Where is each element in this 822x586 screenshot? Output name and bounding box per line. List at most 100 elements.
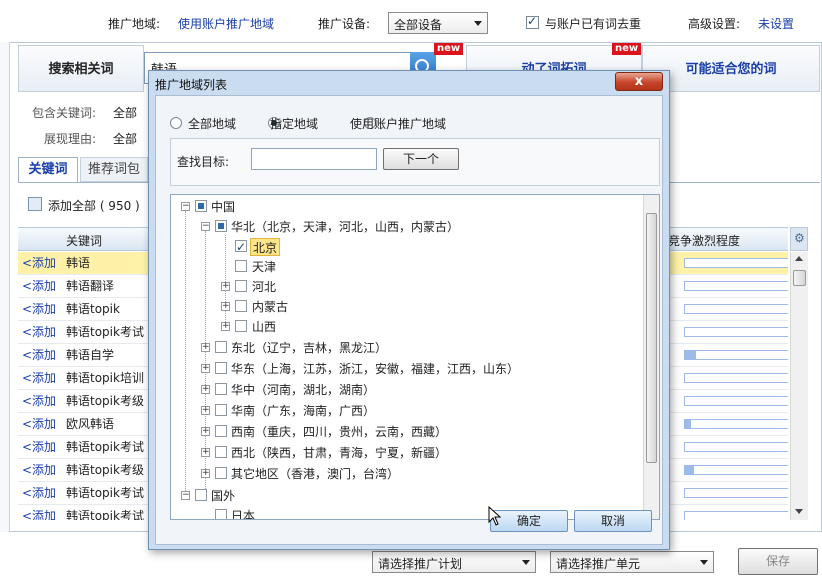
tree-checkbox[interactable] [235, 320, 247, 332]
add-keyword-link[interactable]: <添加 [22, 505, 56, 520]
find-label: 查找目标: [177, 155, 230, 169]
add-all-button[interactable]: 添加全部 ( 950 ) [48, 197, 140, 214]
device-select-value: 全部设备 [394, 18, 443, 32]
col-competition[interactable]: 竞争激烈程度 [668, 232, 740, 249]
region-dialog: 推广地域列表 x 全部地域 指定地域 使用账户推广地域 查找目标: 下一个 − [148, 70, 670, 550]
add-keyword-link[interactable]: <添加 [22, 390, 56, 412]
scroll-up-icon[interactable] [795, 256, 803, 261]
expand-icon[interactable]: + [201, 406, 210, 415]
advanced-link[interactable]: 未设置 [758, 15, 794, 32]
column-settings-button[interactable]: ⚙ [790, 227, 808, 251]
tree-label[interactable]: 国外 [211, 486, 235, 506]
table-scrollbar[interactable] [790, 252, 808, 520]
expand-icon[interactable]: + [221, 302, 230, 311]
expand-icon[interactable]: + [201, 427, 210, 436]
expand-icon[interactable]: + [201, 448, 210, 457]
expand-icon[interactable]: + [201, 343, 210, 352]
expand-icon[interactable]: + [221, 322, 230, 331]
tree-label[interactable]: 山西 [252, 317, 276, 337]
region-label: 推广地域: [108, 17, 161, 31]
next-button[interactable]: 下一个 [383, 148, 459, 170]
scroll-thumb[interactable] [793, 270, 806, 286]
add-keyword-link[interactable]: <添加 [22, 344, 56, 366]
tree-scroll-thumb[interactable] [646, 213, 657, 463]
keyword-cell: 韩语自学 [66, 348, 115, 362]
tree-label[interactable]: 日本 [231, 506, 255, 519]
advanced-label: 高级设置: [688, 17, 741, 31]
tree-checkbox[interactable] [235, 300, 247, 312]
region-link[interactable]: 使用账户推广地域 [178, 15, 274, 32]
tree-label[interactable]: 华东（上海，江苏，浙江，安徽，福建，江西，山东） [231, 359, 519, 379]
tree-label[interactable]: 河北 [252, 277, 276, 297]
expand-icon[interactable]: + [221, 282, 230, 291]
region-tree: − 中国 − 华北（北京，天津，河北，山西，内蒙古） 北京 天津 [170, 194, 660, 520]
tab-recommend[interactable]: 推荐词包 [80, 157, 148, 182]
left-edge-panel [0, 42, 10, 532]
tree-label[interactable]: 西南（重庆，四川，贵州，云南，西藏） [231, 422, 447, 442]
add-keyword-link[interactable]: <添加 [22, 459, 56, 481]
competition-bar [684, 327, 788, 337]
tab-search-related[interactable]: 搜索相关词 [18, 45, 144, 92]
unit-select[interactable]: 请选择推广单元 [550, 551, 714, 573]
tree-checkbox[interactable] [215, 446, 227, 458]
tree-label[interactable]: 内蒙古 [252, 297, 288, 317]
scroll-down-icon[interactable] [795, 509, 803, 514]
tree-checkbox[interactable] [235, 237, 247, 257]
tree-checkbox[interactable] [215, 509, 227, 519]
collapse-icon[interactable]: − [181, 491, 190, 500]
plan-select[interactable]: 请选择推广计划 [372, 551, 536, 573]
competition-bar [684, 465, 788, 475]
reason-value[interactable]: 全部 [113, 130, 137, 147]
tree-checkbox[interactable] [215, 220, 227, 232]
tree-label[interactable]: 华南（广东，海南，广西） [231, 401, 375, 421]
add-keyword-link[interactable]: <添加 [22, 413, 56, 435]
cancel-button[interactable]: 取消 [574, 510, 652, 532]
add-keyword-link[interactable]: <添加 [22, 436, 56, 458]
tree-checkbox[interactable] [195, 489, 207, 501]
add-keyword-link[interactable]: <添加 [22, 275, 56, 297]
keyword-cell: 韩语topik考级 [66, 463, 144, 477]
tree-checkbox[interactable] [215, 467, 227, 479]
radio-all-regions[interactable] [170, 117, 182, 129]
tree-label[interactable]: 东北（辽宁，吉林，黑龙江） [231, 338, 387, 358]
tree-checkbox[interactable] [215, 341, 227, 353]
close-icon: x [634, 74, 644, 89]
add-keyword-link[interactable]: <添加 [22, 252, 56, 274]
new-badge: new [434, 43, 464, 55]
collapse-icon[interactable]: − [201, 222, 210, 231]
tree-checkbox[interactable] [235, 260, 247, 272]
tree-checkbox[interactable] [215, 362, 227, 374]
tree-checkbox[interactable] [215, 425, 227, 437]
add-keyword-link[interactable]: <添加 [22, 298, 56, 320]
radio-all-label: 全部地域 [188, 117, 237, 131]
tree-label[interactable]: 西北（陕西，甘肃，青海，宁夏，新疆） [231, 443, 447, 463]
add-keyword-link[interactable]: <添加 [22, 367, 56, 389]
dedupe-checkbox[interactable] [526, 14, 539, 29]
find-input[interactable] [251, 148, 377, 170]
save-button[interactable]: 保存 [738, 548, 818, 575]
tree-checkbox[interactable] [215, 383, 227, 395]
tree-label[interactable]: 中国 [211, 197, 235, 217]
collapse-icon[interactable]: − [181, 202, 190, 211]
tree-checkbox[interactable] [195, 200, 207, 212]
expand-icon[interactable]: + [201, 364, 210, 373]
tree-label[interactable]: 华中（河南，湖北，湖南） [231, 380, 375, 400]
tree-checkbox[interactable] [215, 404, 227, 416]
col-keyword[interactable]: 关键词 [66, 232, 102, 249]
add-keyword-link[interactable]: <添加 [22, 321, 56, 343]
chevron-down-icon [522, 560, 530, 565]
tree-label[interactable]: 其它地区（香港，澳门，台湾） [231, 464, 399, 484]
close-button[interactable]: x [615, 72, 663, 91]
gear-icon: ⚙ [794, 231, 805, 245]
tree-scrollbar[interactable] [643, 195, 659, 519]
tree-label[interactable]: 天津 [252, 257, 276, 277]
expand-icon[interactable]: + [201, 385, 210, 394]
tree-label[interactable]: 华北（北京，天津，河北，山西，内蒙古） [231, 217, 459, 237]
tab-keywords[interactable]: 关键词 [18, 157, 78, 182]
add-keyword-link[interactable]: <添加 [22, 482, 56, 504]
include-value[interactable]: 全部 [113, 104, 137, 121]
device-select[interactable]: 全部设备 [388, 12, 488, 34]
tree-label-selected[interactable]: 北京 [250, 238, 281, 256]
expand-icon[interactable]: + [201, 469, 210, 478]
tree-checkbox[interactable] [235, 280, 247, 292]
